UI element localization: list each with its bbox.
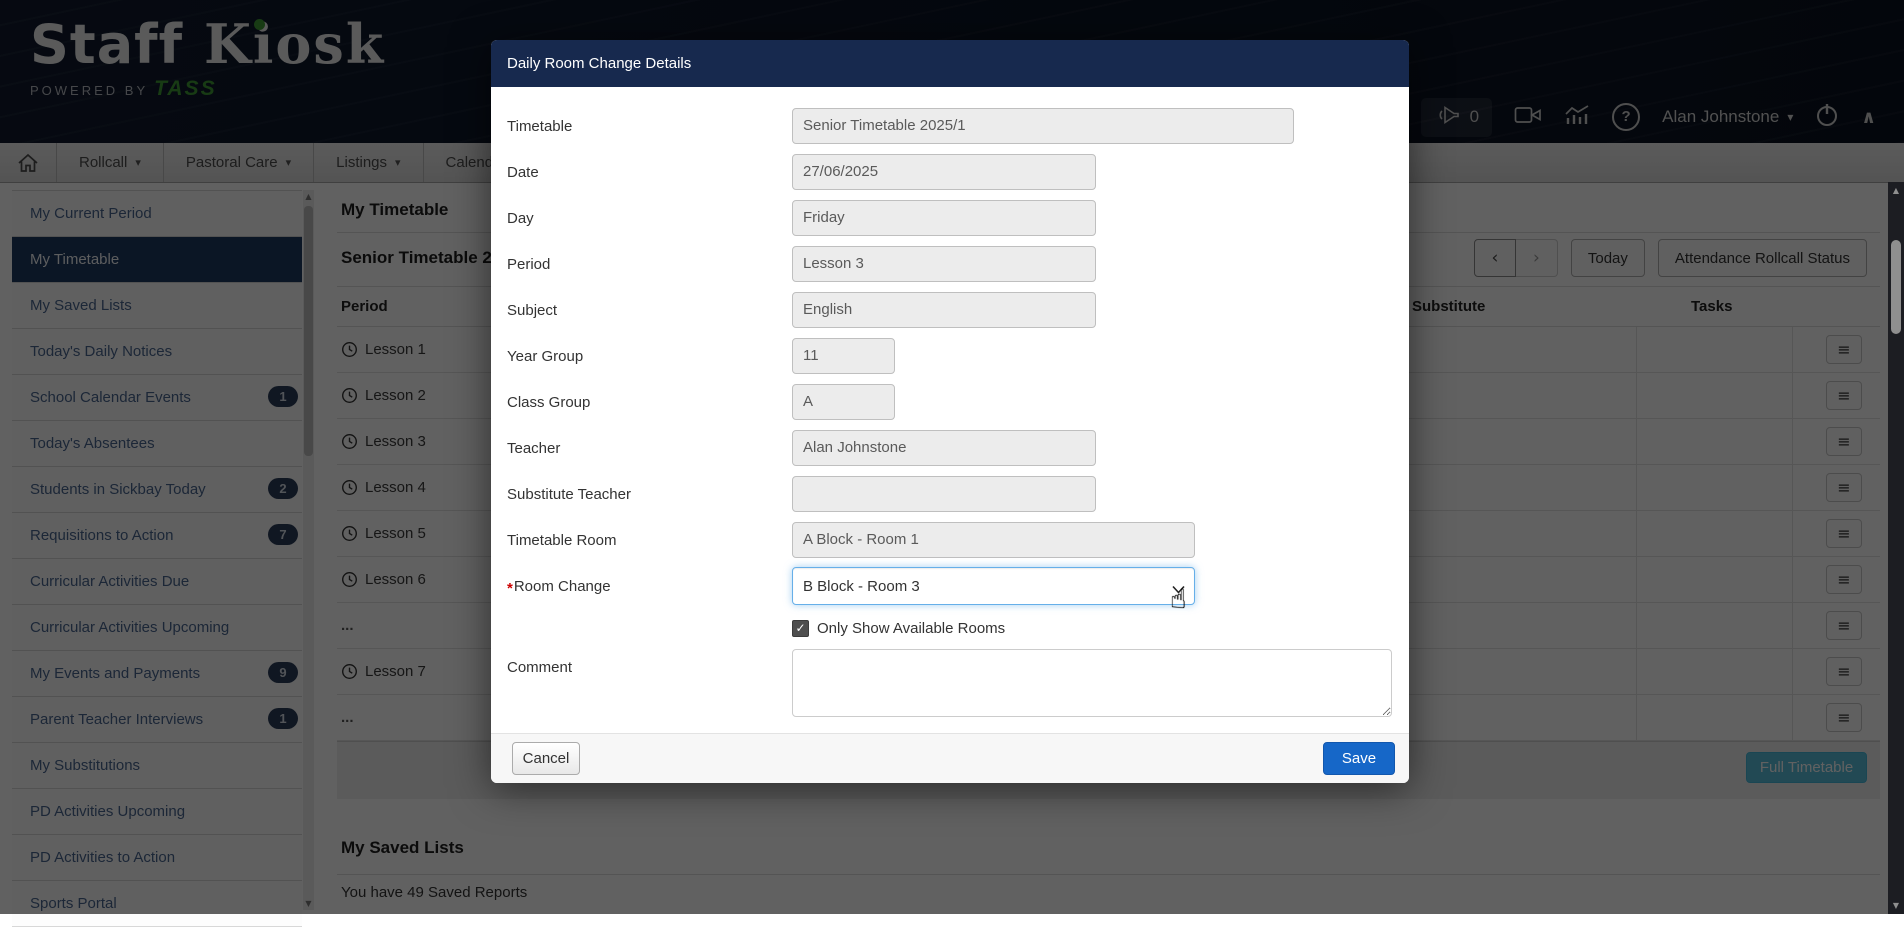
save-button[interactable]: Save [1323,742,1395,775]
field-input-year-group: 11 [792,338,895,374]
field-input-substitute-teacher [792,476,1096,512]
only-available-rooms-row: ✓ Only Show Available Rooms [792,617,1409,639]
field-row-substitute-teacher: Substitute Teacher [491,471,1409,517]
field-input-teacher: Alan Johnstone [792,430,1096,466]
field-input-timetable: Senior Timetable 2025/1 [792,108,1294,144]
field-row-day: DayFriday [491,195,1409,241]
room-change-row: *Room Change B Block - Room 3 [491,563,1409,609]
modal-title: Daily Room Change Details [491,40,1409,87]
window-scrollbar[interactable]: ▲ ▼ [1888,182,1904,914]
scroll-down-icon[interactable]: ▼ [1888,901,1904,910]
comment-label: Comment [507,649,792,676]
field-row-timetable-room: Timetable RoomA Block - Room 1 [491,517,1409,563]
required-asterisk: * [507,580,513,597]
field-row-period: PeriodLesson 3 [491,241,1409,287]
field-label: Class Group [507,394,792,411]
checkbox-label: Only Show Available Rooms [817,620,1005,637]
modal-footer: Cancel Save [491,733,1409,783]
mouse-cursor: ☝ [1170,584,1186,615]
field-label: Substitute Teacher [507,486,792,503]
field-row-subject: SubjectEnglish [491,287,1409,333]
room-change-label: *Room Change [507,578,792,595]
room-change-modal: Daily Room Change Details TimetableSenio… [491,40,1409,783]
field-label: Teacher [507,440,792,457]
room-change-select[interactable]: B Block - Room 3 [792,567,1195,605]
modal-body: TimetableSenior Timetable 2025/1Date27/0… [491,87,1409,717]
field-input-date: 27/06/2025 [792,154,1096,190]
field-row-teacher: TeacherAlan Johnstone [491,425,1409,471]
field-label: Year Group [507,348,792,365]
cancel-button[interactable]: Cancel [512,742,580,775]
field-input-period: Lesson 3 [792,246,1096,282]
field-label: Timetable [507,118,792,135]
comment-textarea[interactable] [792,649,1392,717]
comment-row: Comment [491,649,1409,717]
modal-fields: TimetableSenior Timetable 2025/1Date27/0… [491,103,1409,563]
only-available-checkbox[interactable]: ✓ [792,620,809,637]
field-row-class-group: Class GroupA [491,379,1409,425]
field-label: Date [507,164,792,181]
field-input-class-group: A [792,384,895,420]
field-label: Day [507,210,792,227]
field-label: Timetable Room [507,532,792,549]
field-input-subject: English [792,292,1096,328]
field-row-date: Date27/06/2025 [491,149,1409,195]
scroll-up-icon[interactable]: ▲ [1888,186,1904,195]
field-input-timetable-room: A Block - Room 1 [792,522,1195,558]
scrollbar-thumb[interactable] [1891,240,1901,334]
field-row-timetable: TimetableSenior Timetable 2025/1 [491,103,1409,149]
field-input-day: Friday [792,200,1096,236]
field-row-year-group: Year Group11 [491,333,1409,379]
field-label: Subject [507,302,792,319]
field-label: Period [507,256,792,273]
